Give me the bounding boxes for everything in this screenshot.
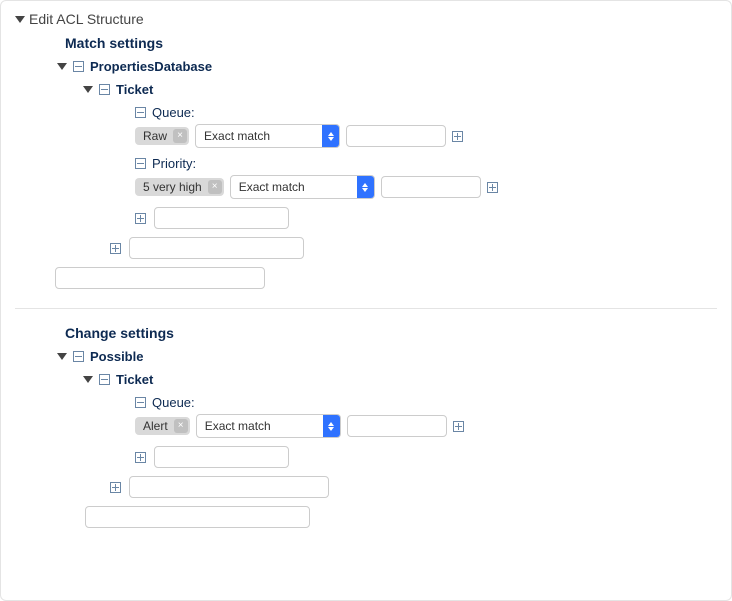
select-arrows-icon [322, 125, 339, 147]
change-queue-value-input[interactable] [347, 415, 447, 437]
match-root-add-child-row [110, 237, 717, 259]
change-ticket-add-field-icon[interactable] [135, 452, 146, 463]
match-priority-chip: 5 very high × [135, 178, 224, 196]
change-root-remove-icon[interactable] [73, 351, 84, 362]
change-root-triangle-icon[interactable] [57, 353, 67, 360]
match-priority-matchtype-select[interactable]: Exact match [230, 175, 375, 199]
match-ticket-add-field-row [135, 207, 717, 229]
match-priority-chip-remove-icon[interactable]: × [208, 180, 222, 194]
change-add-root-input[interactable] [85, 506, 310, 528]
change-queue-matchtype-text: Exact match [205, 419, 271, 433]
match-queue-controls: Raw × Exact match [135, 124, 717, 148]
match-queue-add-icon[interactable] [452, 131, 463, 142]
change-queue-field-row: Queue: [135, 395, 717, 410]
match-settings-heading: Match settings [65, 35, 717, 51]
match-priority-remove-icon[interactable] [135, 158, 146, 169]
change-root-add-child-icon[interactable] [110, 482, 121, 493]
match-queue-field-row: Queue: [135, 105, 717, 120]
change-queue-chip-remove-icon[interactable]: × [174, 419, 188, 433]
panel-title-text: Edit ACL Structure [29, 11, 144, 27]
match-add-root-row [55, 267, 717, 292]
match-queue-chip-text: Raw [143, 129, 167, 143]
change-queue-chip: Alert × [135, 417, 190, 435]
match-ticket-remove-icon[interactable] [99, 84, 110, 95]
change-queue-label: Queue: [152, 395, 195, 410]
change-ticket-remove-icon[interactable] [99, 374, 110, 385]
change-queue-chip-text: Alert [143, 419, 168, 433]
match-queue-remove-icon[interactable] [135, 107, 146, 118]
panel-collapse-triangle-icon[interactable] [15, 16, 25, 23]
match-queue-matchtype-text: Exact match [204, 129, 270, 143]
change-queue-matchtype-select[interactable]: Exact match [196, 414, 341, 438]
match-root-triangle-icon[interactable] [57, 63, 67, 70]
match-queue-chip: Raw × [135, 127, 189, 145]
select-arrows-icon [357, 176, 374, 198]
match-ticket-add-field-icon[interactable] [135, 213, 146, 224]
match-queue-matchtype-select[interactable]: Exact match [195, 124, 340, 148]
change-settings-heading: Change settings [65, 325, 717, 341]
match-root-add-child-icon[interactable] [110, 243, 121, 254]
match-queue-value-input[interactable] [346, 125, 446, 147]
match-ticket-triangle-icon[interactable] [83, 86, 93, 93]
change-ticket-add-field-row [135, 446, 717, 468]
change-ticket-label: Ticket [116, 372, 153, 387]
match-root-remove-icon[interactable] [73, 61, 84, 72]
match-ticket-add-field-input[interactable] [154, 207, 289, 229]
change-queue-remove-icon[interactable] [135, 397, 146, 408]
match-ticket-label: Ticket [116, 82, 153, 97]
change-add-root-row [85, 506, 717, 531]
match-priority-matchtype-text: Exact match [239, 180, 305, 194]
match-priority-chip-text: 5 very high [143, 180, 202, 194]
match-queue-chip-remove-icon[interactable]: × [173, 129, 187, 143]
match-priority-controls: 5 very high × Exact match [135, 175, 717, 199]
match-add-root-input[interactable] [55, 267, 265, 289]
match-ticket-row[interactable]: Ticket [83, 82, 717, 97]
match-queue-label: Queue: [152, 105, 195, 120]
match-priority-add-icon[interactable] [487, 182, 498, 193]
match-root-row[interactable]: PropertiesDatabase [57, 59, 717, 74]
match-root-add-child-input[interactable] [129, 237, 304, 259]
change-queue-add-icon[interactable] [453, 421, 464, 432]
select-arrows-icon [323, 415, 340, 437]
change-root-label: Possible [90, 349, 143, 364]
change-root-row[interactable]: Possible [57, 349, 717, 364]
change-ticket-triangle-icon[interactable] [83, 376, 93, 383]
change-queue-controls: Alert × Exact match [135, 414, 717, 438]
match-priority-label: Priority: [152, 156, 196, 171]
match-priority-field-row: Priority: [135, 156, 717, 171]
match-root-label: PropertiesDatabase [90, 59, 212, 74]
panel-title-row[interactable]: Edit ACL Structure [15, 11, 717, 27]
section-separator [15, 308, 717, 309]
match-priority-value-input[interactable] [381, 176, 481, 198]
change-root-add-child-input[interactable] [129, 476, 329, 498]
change-ticket-row[interactable]: Ticket [83, 372, 717, 387]
change-root-add-child-row [110, 476, 717, 498]
change-ticket-add-field-input[interactable] [154, 446, 289, 468]
acl-panel: Edit ACL Structure Match settings Proper… [0, 0, 732, 601]
